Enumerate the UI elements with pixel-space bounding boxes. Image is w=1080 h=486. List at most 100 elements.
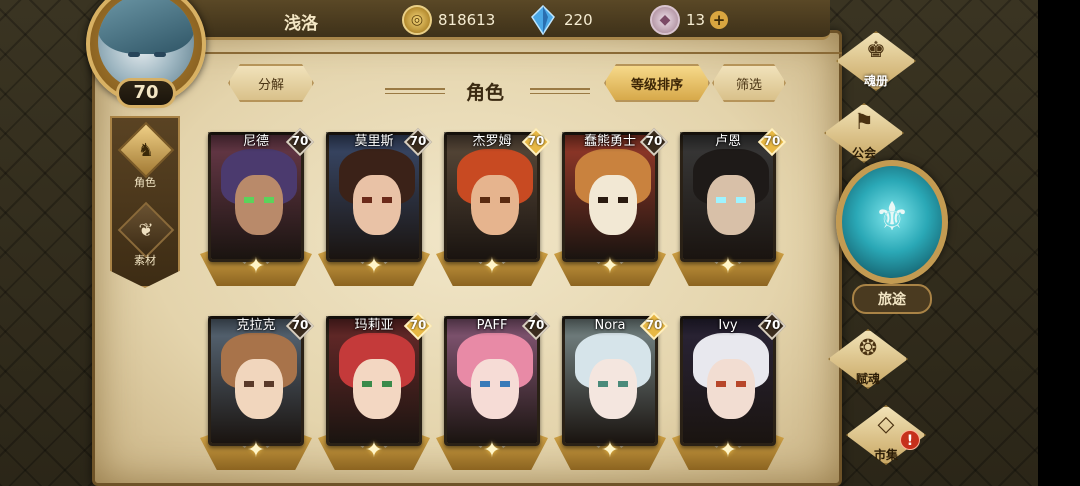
hero-level-badge: 70 [403, 311, 433, 341]
hero-level: 70 [763, 134, 781, 148]
guild-flag-icon: ⚑ [854, 110, 874, 135]
hero-eyes [242, 381, 276, 387]
nav-journey[interactable]: ⚜ 旅途 [834, 160, 950, 320]
hero-level: 70 [527, 318, 545, 332]
swirl-icon: ❂ [858, 336, 878, 361]
hero-eyes [478, 381, 512, 387]
tab-heroes-label: 角色 [134, 176, 156, 189]
hero-face [353, 175, 401, 235]
nav-talent-soul[interactable]: ❂ 赋魂 [818, 324, 918, 394]
hero-level: 70 [527, 134, 545, 148]
player-level-badge: 70 [116, 78, 176, 108]
hero-card[interactable]: 卢恩 70 ✦ [672, 127, 790, 288]
blue-crystal-icon [528, 5, 558, 35]
avatar-eye [154, 52, 166, 57]
gold-counter: ◎ 818613 [402, 4, 495, 36]
top-bar [180, 0, 830, 40]
hero-level: 70 [409, 134, 427, 148]
hero-level-badge: 70 [639, 311, 669, 341]
nav-soul-book-label: 魂册 [863, 74, 888, 88]
tab-materials-label: 素材 [134, 254, 156, 267]
game-background: 浅洛 ◎ 818613 220 ◆ 13 + 70 ♞ 角色 ❦ 素材 分解 角… [0, 0, 1080, 486]
market-diamond-icon: ◇ [877, 412, 895, 437]
hero-card[interactable]: PAFF 70 ✦ [436, 311, 554, 472]
hero-eyes [360, 381, 394, 387]
hero-level: 70 [291, 134, 309, 148]
hero-face [707, 359, 755, 419]
nav-soul-book[interactable]: ♚ 魂册 [826, 26, 926, 96]
hero-card[interactable]: 莫里斯 70 ✦ [318, 127, 436, 288]
gem-amount: 13 [686, 11, 706, 29]
hero-face [235, 359, 283, 419]
hero-face [471, 359, 519, 419]
nav-talent-soul-label: 赋魂 [855, 372, 880, 386]
hero-eyes [242, 197, 276, 203]
hero-level-badge: 70 [403, 127, 433, 157]
pink-gem-icon: ◆ [650, 5, 680, 35]
crystal-counter: 220 [528, 4, 593, 36]
nav-market[interactable]: ◇ 市集 [836, 400, 936, 470]
hero-card[interactable]: 蠢熊勇士 70 ✦ [554, 127, 672, 288]
crystal-amount: 220 [564, 11, 593, 29]
journey-emblem-icon: ⚜ [874, 194, 910, 240]
crown-star-icon: ✦ [364, 438, 384, 463]
filter-button[interactable]: 筛选 [712, 64, 786, 102]
crown-star-icon: ✦ [600, 438, 620, 463]
crown-star-icon: ✦ [482, 254, 502, 279]
title-ornament-right [530, 88, 590, 94]
nav-guild[interactable]: ⚑ 公会 [814, 98, 914, 168]
hero-eyes [714, 197, 748, 203]
hero-level: 70 [409, 318, 427, 332]
hero-face [707, 175, 755, 235]
hero-card[interactable]: 尼德 70 ✦ [200, 127, 318, 288]
hero-card[interactable]: 克拉克 70 ✦ [200, 311, 318, 472]
hero-level: 70 [645, 318, 663, 332]
decompose-button[interactable]: 分解 [228, 64, 314, 102]
page-title: 角色 [465, 82, 504, 104]
hero-face [235, 175, 283, 235]
hero-level-badge: 70 [285, 311, 315, 341]
gem-counter: ◆ 13 + [650, 4, 729, 36]
hero-eyes [714, 381, 748, 387]
crown-star-icon: ✦ [482, 438, 502, 463]
hero-level-badge: 70 [757, 311, 787, 341]
nav-guild-label: 公会 [851, 146, 876, 160]
crown-star-icon: ✦ [600, 254, 620, 279]
hero-card[interactable]: Ivy 70 ✦ [672, 311, 790, 472]
sort-by-level-button[interactable]: 等级排序 [604, 64, 710, 102]
helmet-glyph: ♞ [137, 139, 155, 161]
crown-star-icon: ✦ [718, 438, 738, 463]
avatar-eye [128, 52, 140, 57]
hero-level: 70 [291, 318, 309, 332]
hero-level-badge: 70 [757, 127, 787, 157]
crown-star-icon: ✦ [364, 254, 384, 279]
hero-eyes [596, 381, 630, 387]
market-alert-icon: ! [900, 430, 920, 450]
hero-card[interactable]: 杰罗姆 70 ✦ [436, 127, 554, 288]
hero-eyes [596, 197, 630, 203]
gold-amount: 818613 [438, 11, 496, 29]
title-ornament-left [385, 88, 445, 94]
nav-market-label: 市集 [873, 448, 898, 462]
hero-face [589, 359, 637, 419]
hero-level-badge: 70 [521, 311, 551, 341]
hero-level-badge: 70 [521, 127, 551, 157]
hero-face [353, 359, 401, 419]
hero-card[interactable]: 玛莉亚 70 ✦ [318, 311, 436, 472]
hero-level-badge: 70 [285, 127, 315, 157]
soul-book-icon: ♚ [866, 38, 886, 63]
add-gem-button[interactable]: + [710, 11, 729, 29]
crown-star-icon: ✦ [718, 254, 738, 279]
hero-card[interactable]: Nora 70 ✦ [554, 311, 672, 472]
hero-level-badge: 70 [639, 127, 669, 157]
hero-level: 70 [763, 318, 781, 332]
nav-journey-label: 旅途 [852, 284, 932, 314]
hero-eyes [478, 197, 512, 203]
tab-heroes[interactable]: ♞ [117, 121, 175, 179]
tab-materials[interactable]: ❦ [117, 201, 175, 259]
hero-level: 70 [645, 134, 663, 148]
avatar-hair [98, 0, 194, 54]
screen-edge [1038, 0, 1080, 486]
crown-star-icon: ✦ [246, 438, 266, 463]
player-name: 浅洛 [284, 14, 318, 34]
